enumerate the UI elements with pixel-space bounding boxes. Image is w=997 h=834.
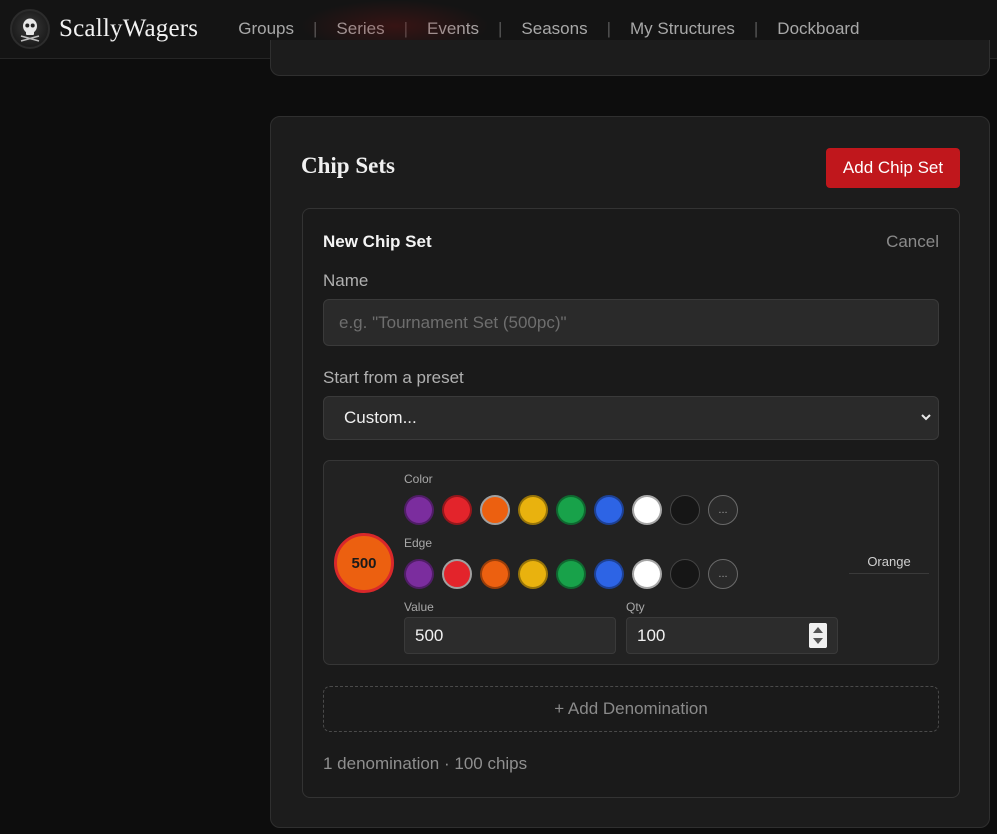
nav-separator: | [403, 19, 409, 38]
edge-swatch-black[interactable] [670, 559, 700, 589]
color-label: Color [404, 472, 433, 486]
name-input[interactable] [323, 299, 939, 346]
value-label: Value [404, 600, 434, 614]
chevron-down-icon [921, 414, 931, 421]
add-denomination-button[interactable]: + Add Denomination [323, 686, 939, 732]
color-swatch-orange[interactable] [480, 495, 510, 525]
qty-input-text: 100 [637, 625, 666, 645]
edge-swatch-green[interactable] [556, 559, 586, 589]
edge-swatches: ... [404, 559, 738, 589]
number-spinner-icon[interactable] [809, 623, 827, 648]
nav-separator: | [312, 19, 318, 38]
edge-swatch-red[interactable] [442, 559, 472, 589]
previous-card-bottom [270, 40, 990, 76]
chip-sets-title: Chip Sets [301, 153, 395, 178]
color-swatch-white[interactable] [632, 495, 662, 525]
edge-swatch-yellow[interactable] [518, 559, 548, 589]
nav-seasons[interactable]: Seasons [521, 19, 587, 39]
edge-label: Edge [404, 536, 433, 550]
value-input[interactable]: 500 [404, 617, 616, 654]
edge-swatch-orange[interactable] [480, 559, 510, 589]
preset-label: Start from a preset [323, 368, 464, 387]
color-swatch-blue[interactable] [594, 495, 624, 525]
preset-select-value: Custom... [344, 408, 417, 427]
color-more-button[interactable]: ... [708, 495, 738, 525]
color-swatch-yellow[interactable] [518, 495, 548, 525]
add-chip-set-button[interactable]: Add Chip Set [826, 148, 960, 188]
color-swatch-green[interactable] [556, 495, 586, 525]
preset-select[interactable]: Custom... [323, 396, 939, 440]
edge-swatch-white[interactable] [632, 559, 662, 589]
nav-separator: | [753, 19, 759, 38]
qty-label: Qty [626, 600, 645, 614]
edge-swatch-blue[interactable] [594, 559, 624, 589]
edge-swatch-purple[interactable] [404, 559, 434, 589]
color-swatches: ... [404, 495, 738, 525]
brand-link[interactable]: ScallyWagers [10, 9, 198, 49]
qty-input[interactable]: 100 [626, 617, 838, 654]
nav-separator: | [498, 19, 503, 38]
skull-logo-icon [10, 9, 50, 49]
color-swatch-black[interactable] [670, 495, 700, 525]
nav-events[interactable]: Events [427, 19, 479, 39]
color-swatch-red[interactable] [442, 495, 472, 525]
denomination-summary: 1 denomination · 100 chips [323, 754, 528, 773]
cancel-button[interactable]: Cancel [886, 232, 939, 252]
color-name-label: Orange [849, 554, 929, 574]
new-chip-set-form: New Chip Set Cancel Name Start from a pr… [302, 208, 960, 798]
nav-series[interactable]: Series [336, 19, 384, 39]
nav-my-structures[interactable]: My Structures [630, 19, 735, 39]
chip-sets-card: Chip Sets Add Chip Set New Chip Set Canc… [270, 116, 990, 828]
nav-dockboard[interactable]: Dockboard [777, 19, 859, 39]
color-swatch-purple[interactable] [404, 495, 434, 525]
denomination-row: 500 Color ... Edge ... Orange Value 500 … [323, 460, 939, 665]
name-label: Name [323, 271, 369, 290]
chip-preview: 500 [334, 533, 394, 593]
nav-separator: | [606, 19, 612, 38]
nav-groups[interactable]: Groups [238, 19, 294, 39]
edge-more-button[interactable]: ... [708, 559, 738, 589]
brand-name: ScallyWagers [59, 15, 199, 42]
main-nav: Groups | Series | Events | Seasons | My … [238, 19, 859, 39]
form-title: New Chip Set [323, 232, 432, 251]
value-input-text: 500 [415, 625, 444, 645]
